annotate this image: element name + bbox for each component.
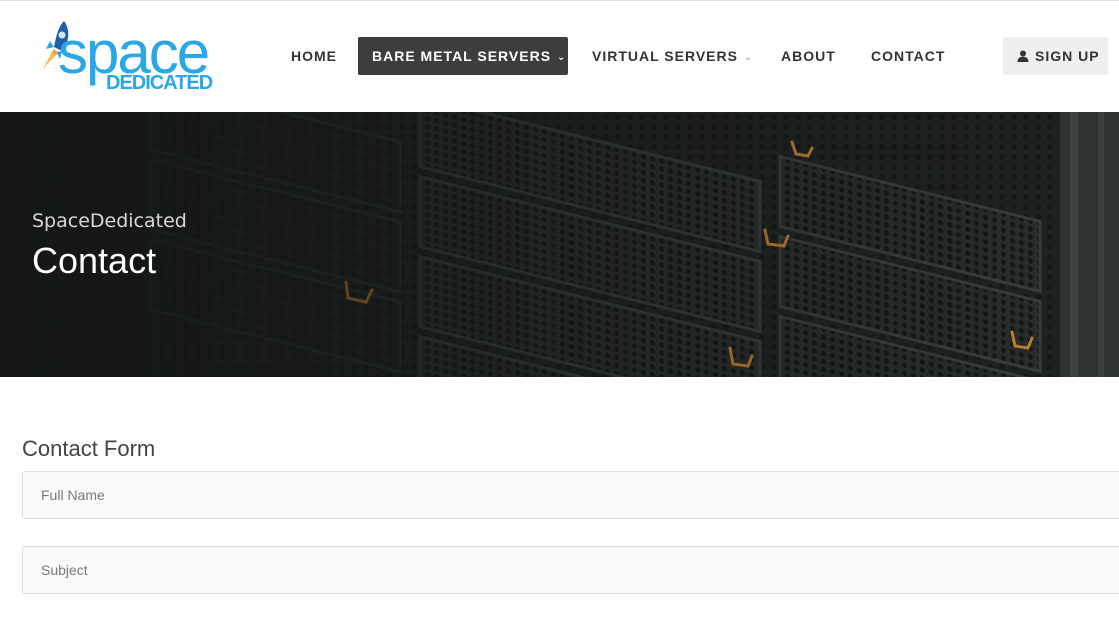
chevron-down-icon: ⌄ (743, 52, 754, 63)
nav-virtual-servers[interactable]: VIRTUAL SERVERS ⌄ (578, 37, 767, 75)
site-header: space DEDICATED HOME BARE METAL SERVERS ⌄… (0, 1, 1119, 112)
nav-about[interactable]: ABOUT (767, 37, 850, 75)
nav-bare-metal-servers[interactable]: BARE METAL SERVERS ⌄ (358, 37, 568, 75)
nav-about-label: ABOUT (781, 48, 836, 64)
subject-input[interactable] (22, 546, 1119, 594)
contact-form-title: Contact Form (22, 436, 156, 461)
hero-site-name: SpaceDedicated (32, 210, 187, 232)
nav-bare-metal-label: BARE METAL SERVERS (372, 48, 552, 64)
server-rack-background (0, 112, 1119, 377)
nav-virtual-servers-label: VIRTUAL SERVERS (592, 48, 738, 64)
hero-banner: SpaceDedicated Contact (0, 112, 1119, 377)
nav-home[interactable]: HOME (277, 37, 351, 75)
logo-text-dedicated: DEDICATED (106, 72, 213, 94)
sign-up-button[interactable]: SIGN UP (1003, 37, 1108, 75)
full-name-input[interactable] (22, 471, 1119, 519)
site-logo[interactable]: space DEDICATED (36, 19, 226, 95)
nav-contact[interactable]: CONTACT (857, 37, 959, 75)
sign-up-label: SIGN UP (1035, 48, 1100, 64)
nav-contact-label: CONTACT (871, 48, 946, 64)
nav-home-label: HOME (291, 48, 337, 64)
chevron-down-icon: ⌄ (557, 52, 567, 63)
user-icon (1017, 50, 1029, 62)
page-title: Contact (32, 240, 157, 281)
